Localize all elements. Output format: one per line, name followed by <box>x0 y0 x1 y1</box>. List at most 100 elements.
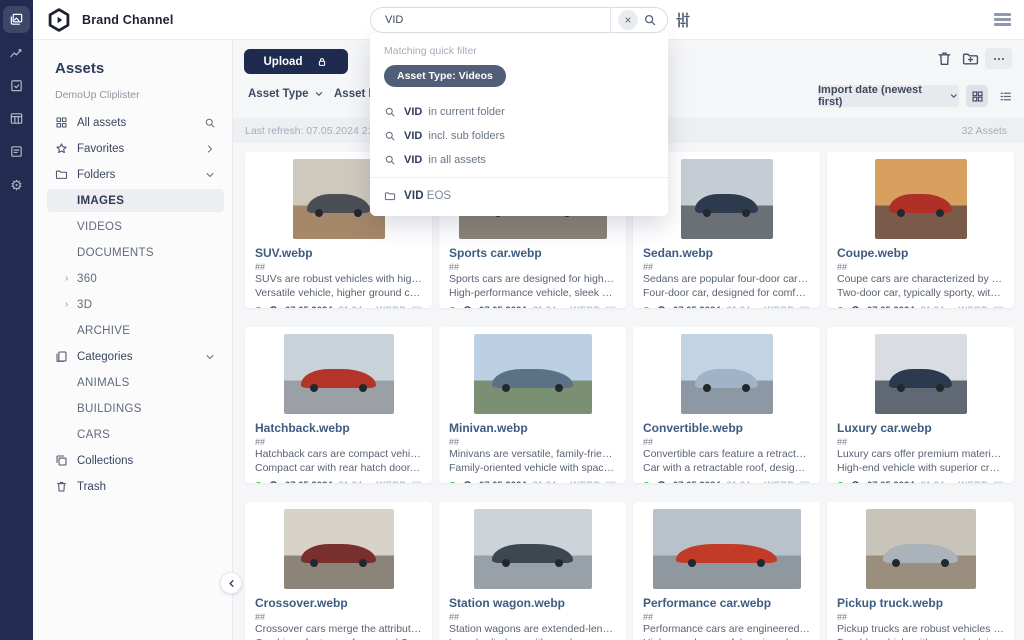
sidebar-item-collections[interactable]: Collections <box>47 449 224 472</box>
asset-thumbnail <box>245 502 432 594</box>
sidebar-item-label: All assets <box>77 117 126 129</box>
sidebar-item-categories[interactable]: Categories <box>47 345 224 368</box>
hamburger-menu-icon[interactable] <box>994 13 1011 26</box>
rail-item-analytics[interactable] <box>3 39 30 66</box>
sidebar-item-label: Collections <box>77 455 133 467</box>
asset-card[interactable]: Crossover.webp ## Crossover cars merge t… <box>245 502 432 640</box>
asset-card[interactable]: Performance car.webp ## Performance cars… <box>633 502 820 640</box>
rail-item-assets[interactable] <box>3 6 30 33</box>
collections-icon <box>55 454 68 467</box>
asset-card[interactable]: Convertible.webp ## Convertible cars fea… <box>633 327 820 483</box>
sidebar-item-favorites[interactable]: Favorites <box>47 137 224 160</box>
search-input[interactable] <box>385 14 575 26</box>
asset-description-2: Car with a retractable roof, designed fo… <box>643 462 810 475</box>
search-folder-result[interactable]: VIDEOS <box>370 186 668 205</box>
asset-title[interactable]: Station wagon.webp <box>449 596 616 610</box>
sidebar-item-category-cars[interactable]: CARS <box>47 423 224 446</box>
sidebar-item-folder-3d[interactable]: ›3D <box>47 293 224 316</box>
status-dot <box>255 482 262 483</box>
preview-screen-icon <box>605 480 616 483</box>
globe-icon <box>462 480 473 483</box>
asset-card[interactable]: Pickup truck.webp ## Pickup trucks are r… <box>827 502 1014 640</box>
globe-icon <box>850 480 861 483</box>
sidebar-item-all-assets[interactable]: All assets <box>47 111 224 134</box>
grid-view-button[interactable] <box>966 85 988 107</box>
asset-card[interactable]: Station wagon.webp ## Station wagons are… <box>439 502 626 640</box>
rail-item-table[interactable] <box>3 105 30 132</box>
page-title: Assets <box>55 60 232 77</box>
search-icon[interactable] <box>204 117 216 129</box>
sidebar-item-folder-documents[interactable]: DOCUMENTS <box>47 241 224 264</box>
collapse-sidebar-button[interactable] <box>220 572 242 594</box>
asset-title[interactable]: Sedan.webp <box>643 246 810 260</box>
asset-title[interactable]: Minivan.webp <box>449 421 616 435</box>
sort-dropdown[interactable]: Import date (newest first) <box>818 85 959 107</box>
asset-title[interactable]: Coupe.webp <box>837 246 1004 260</box>
chevron-right-icon[interactable] <box>204 143 216 155</box>
asset-title[interactable]: Convertible.webp <box>643 421 810 435</box>
clear-search-icon[interactable]: × <box>618 10 638 30</box>
sidebar-item-trash[interactable]: Trash <box>47 475 224 498</box>
asset-date: 07.05.2024 <box>867 305 915 308</box>
sidebar-item-folder-360[interactable]: ›360 <box>47 267 224 290</box>
asset-title[interactable]: Luxury car.webp <box>837 421 1004 435</box>
asset-title[interactable]: Sports car.webp <box>449 246 616 260</box>
asset-description-1: Pickup trucks are robust vehicles equipp… <box>837 623 1004 636</box>
asset-title[interactable]: Performance car.webp <box>643 596 810 610</box>
status-dot <box>837 482 844 483</box>
asset-description-1: Crossover cars merge the attributes of s… <box>255 623 422 636</box>
globe-icon <box>656 305 667 308</box>
expander-chevron-icon[interactable]: › <box>65 299 69 310</box>
preview-screen-icon <box>993 480 1004 483</box>
asset-card[interactable]: Luxury car.webp ## Luxury cars offer pre… <box>827 327 1014 483</box>
asset-tag: ## <box>255 262 422 272</box>
search-icon[interactable] <box>643 13 657 27</box>
asset-card[interactable]: Hatchback.webp ## Hatchback cars are com… <box>245 327 432 483</box>
grid-icon <box>55 116 68 129</box>
sidebar-item-folders[interactable]: Folders <box>47 163 224 186</box>
sidebar-item-folder-images[interactable]: IMAGES <box>47 189 224 212</box>
more-actions-button[interactable] <box>985 48 1012 69</box>
sidebar-item-category-animals[interactable]: ANIMALS <box>47 371 224 394</box>
trash-icon[interactable] <box>936 50 953 67</box>
search-suggestion-2[interactable]: VID incl. sub folders <box>370 126 668 145</box>
asset-thumbnail <box>633 327 820 419</box>
tune-icon[interactable] <box>674 11 692 29</box>
search-suggestion-1[interactable]: VID in current folder <box>370 102 668 121</box>
asset-footer: 07.05.2024 21:34 WEBP <box>255 305 422 308</box>
asset-title[interactable]: Crossover.webp <box>255 596 422 610</box>
sidebar-item-label: ANIMALS <box>77 377 130 389</box>
chevron-down-icon[interactable] <box>204 169 216 181</box>
asset-card[interactable]: Coupe.webp ## Coupe cars are characteriz… <box>827 152 1014 308</box>
sidebar-item-label: BUILDINGS <box>77 403 142 415</box>
status-dot <box>449 307 456 308</box>
list-view-button[interactable] <box>994 85 1016 107</box>
upload-button[interactable]: Upload <box>244 49 348 74</box>
chevron-down-icon[interactable] <box>204 351 216 363</box>
asset-description-2: High-end vehicle with superior craftsma… <box>837 462 1004 475</box>
search-bar[interactable]: × <box>370 7 668 33</box>
expander-chevron-icon[interactable]: › <box>65 273 69 284</box>
asset-card[interactable]: Minivan.webp ## Minivans are versatile, … <box>439 327 626 483</box>
rail-item-notes[interactable] <box>3 138 30 165</box>
asset-title[interactable]: SUV.webp <box>255 246 422 260</box>
sidebar-item-folder-videos[interactable]: VIDEOS <box>47 215 224 238</box>
divider <box>610 7 611 33</box>
sidebar-item-category-buildings[interactable]: BUILDINGS <box>47 397 224 420</box>
rail-item-tasks[interactable] <box>3 72 30 99</box>
brand-logo[interactable]: Brand Channel <box>46 7 174 33</box>
asset-description-1: Convertible cars feature a retractable r… <box>643 448 810 461</box>
sidebar: Assets DemoUp Cliplister All assetsFavor… <box>33 40 233 640</box>
asset-date: 07.05.2024 <box>867 480 915 483</box>
asset-title[interactable]: Pickup truck.webp <box>837 596 1004 610</box>
filter-asset-type[interactable]: Asset Type <box>248 88 324 100</box>
asset-title[interactable]: Hatchback.webp <box>255 421 422 435</box>
sort-label: Import date (newest first) <box>818 84 943 108</box>
quick-filter-pill[interactable]: Asset Type: Videos <box>384 65 506 87</box>
sidebar-item-folder-archive[interactable]: ARCHIVE <box>47 319 224 342</box>
search-suggestion-3[interactable]: VID in all assets <box>370 150 668 169</box>
folder-plus-icon[interactable] <box>962 50 979 67</box>
suggestion-text: VID in all assets <box>404 154 486 166</box>
sidebar-item-label: VIDEOS <box>77 221 122 233</box>
rail-item-settings[interactable]: ⚙ <box>3 171 30 198</box>
